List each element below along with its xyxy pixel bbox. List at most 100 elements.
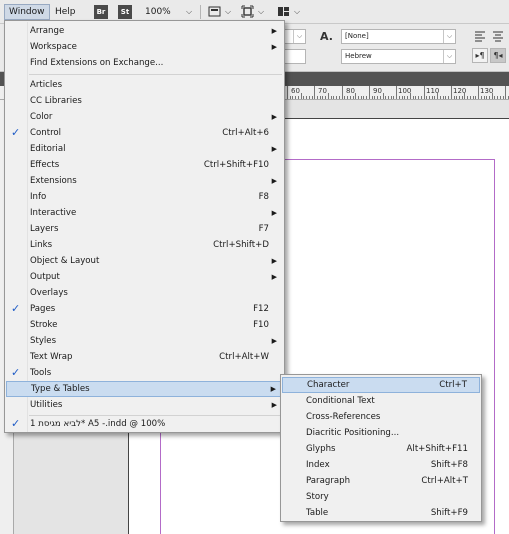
ltr-paragraph-button[interactable]: ▸¶: [472, 48, 488, 63]
font-size-field[interactable]: ⌵: [284, 29, 306, 44]
ruler-tick: [448, 96, 450, 99]
menu-item-color[interactable]: Color ▶: [6, 109, 283, 125]
menu-item-articles[interactable]: Articles: [6, 77, 283, 93]
menu-item-text-wrap[interactable]: Text Wrap Ctrl+Alt+W: [6, 349, 283, 365]
chevron-down-icon[interactable]: ⌵: [443, 30, 455, 43]
chevron-down-icon[interactable]: ⌵: [293, 30, 305, 43]
menu-item-label: Info: [30, 192, 47, 202]
menu-item-links[interactable]: Links Ctrl+Shift+D: [6, 237, 283, 253]
ruler-tick: [415, 96, 417, 99]
align-center-icon[interactable]: [492, 30, 504, 42]
menu-item-stroke[interactable]: Stroke F10: [6, 317, 283, 333]
menu-item-tools[interactable]: ✓ Tools: [6, 365, 283, 381]
ruler-tick: [311, 96, 313, 99]
rtl-paragraph-button[interactable]: ¶◂: [490, 48, 506, 63]
menu-item-label: Output: [30, 272, 60, 282]
menu-item-type-tables[interactable]: Type & Tables ▶: [6, 381, 283, 397]
menu-item-overlays[interactable]: Overlays: [6, 285, 283, 301]
character-style-field[interactable]: [None] ⌵: [341, 29, 456, 44]
submenu-item-glyphs[interactable]: Glyphs Alt+Shift+F11: [282, 441, 480, 457]
menu-item-layers[interactable]: Layers F7: [6, 221, 283, 237]
menu-item-interactive[interactable]: Interactive ▶: [6, 205, 283, 221]
arrange-documents-icon[interactable]: [277, 5, 290, 18]
ruler-tick: [338, 96, 340, 99]
submenu-item-diacritic-positioning[interactable]: Diacritic Positioning...: [282, 425, 480, 441]
character-style-value: [None]: [345, 32, 369, 40]
ruler-tick: [297, 96, 299, 99]
menu-item-utilities[interactable]: Utilities ▶: [6, 397, 283, 413]
menu-item-styles[interactable]: Styles ▶: [6, 333, 283, 349]
ruler-tick: [489, 96, 491, 99]
menu-item-label: Utilities: [30, 400, 63, 410]
ruler-tick: [404, 96, 406, 99]
menu-item-find-extensions[interactable]: Find Extensions on Exchange...: [6, 55, 283, 71]
ruler-tick: [333, 96, 335, 99]
ruler-tick: [407, 96, 409, 99]
submenu-item-index[interactable]: Index Shift+F8: [282, 457, 480, 473]
ruler-tick: [287, 86, 288, 99]
window-menu: Arrange ▶ Workspace ▶ Find Extensions on E…: [4, 20, 285, 433]
stock-button[interactable]: St: [118, 5, 132, 19]
menu-item-shortcut: Ctrl+Shift+D: [213, 240, 269, 250]
screen-mode-dropdown-icon[interactable]: ⌵: [258, 4, 264, 20]
ruler-tick: [467, 96, 469, 99]
leading-field[interactable]: [284, 49, 306, 64]
align-left-icon[interactable]: [474, 30, 486, 42]
menu-item-label: Overlays: [30, 288, 68, 298]
screen-mode-icon[interactable]: [241, 5, 254, 18]
ruler-tick: [300, 93, 302, 99]
ruler-tick: [393, 96, 395, 99]
menu-item-label: 1 לביא מגיסת* A5 -.indd @ 100%: [30, 419, 166, 429]
submenu-item-story[interactable]: Story: [282, 489, 480, 505]
menu-item-open-document[interactable]: ✓ 1 לביא מגיסת* A5 -.indd @ 100%: [6, 416, 283, 432]
menu-item-info[interactable]: Info F8: [6, 189, 283, 205]
ruler-tick: [472, 96, 474, 99]
submenu-item-label: Conditional Text: [306, 396, 375, 406]
menu-item-label: CC Libraries: [30, 96, 82, 106]
menu-item-object-layout[interactable]: Object & Layout ▶: [6, 253, 283, 269]
ruler-tick: [423, 86, 425, 99]
ruler-tick: [357, 96, 359, 99]
menu-item-shortcut: Ctrl+Shift+F10: [203, 160, 269, 170]
menu-item-effects[interactable]: Effects Ctrl+Shift+F10: [6, 157, 283, 173]
menu-item-shortcut: Ctrl+Alt+6: [222, 128, 269, 138]
menu-item-label: Text Wrap: [30, 352, 73, 362]
submenu-item-cross-references[interactable]: Cross-References: [282, 409, 480, 425]
submenu-item-paragraph[interactable]: Paragraph Ctrl+Alt+T: [282, 473, 480, 489]
ruler-tick: [390, 96, 392, 99]
arrange-documents-dropdown-icon[interactable]: ⌵: [294, 4, 300, 20]
submenu-arrow-icon: ▶: [270, 385, 276, 393]
ruler-tick: [478, 86, 480, 99]
ruler-tick: [317, 96, 319, 99]
zoom-level[interactable]: 100%: [145, 4, 171, 20]
menu-item-label: Layers: [30, 224, 59, 234]
menu-item-control[interactable]: ✓ Control Ctrl+Alt+6: [6, 125, 283, 141]
ruler-tick: [464, 93, 466, 99]
menu-item-arrange[interactable]: Arrange ▶: [6, 23, 283, 39]
submenu-item-label: Character: [307, 380, 350, 390]
chevron-down-icon[interactable]: ⌵: [443, 50, 455, 63]
menu-item-extensions[interactable]: Extensions ▶: [6, 173, 283, 189]
menu-item-cc-libraries[interactable]: CC Libraries: [6, 93, 283, 109]
menu-help[interactable]: Help: [51, 4, 80, 20]
menu-item-workspace[interactable]: Workspace ▶: [6, 39, 283, 55]
submenu-item-label: Diacritic Positioning...: [306, 428, 400, 438]
ruler-tick: [434, 96, 436, 99]
view-options-dropdown-icon[interactable]: ⌵: [225, 4, 231, 20]
menu-item-label: Control: [30, 128, 62, 138]
submenu-item-character[interactable]: Character Ctrl+T: [282, 377, 480, 393]
ruler-tick: [445, 96, 447, 99]
menu-window[interactable]: Window: [4, 4, 50, 20]
menu-item-editorial[interactable]: Editorial ▶: [6, 141, 283, 157]
menu-item-pages[interactable]: ✓ Pages F12: [6, 301, 283, 317]
submenu-item-conditional-text[interactable]: Conditional Text: [282, 393, 480, 409]
submenu-item-table[interactable]: Table Shift+F9: [282, 505, 480, 521]
language-field[interactable]: Hebrew ⌵: [341, 49, 456, 64]
menu-item-output[interactable]: Output ▶: [6, 269, 283, 285]
ruler-tick: [363, 96, 365, 99]
ruler-label: 90: [373, 87, 382, 95]
ruler-tick: [483, 96, 485, 99]
bridge-button[interactable]: Br: [94, 5, 108, 19]
zoom-dropdown-icon[interactable]: ⌵: [186, 4, 192, 20]
view-options-icon[interactable]: [208, 5, 221, 18]
